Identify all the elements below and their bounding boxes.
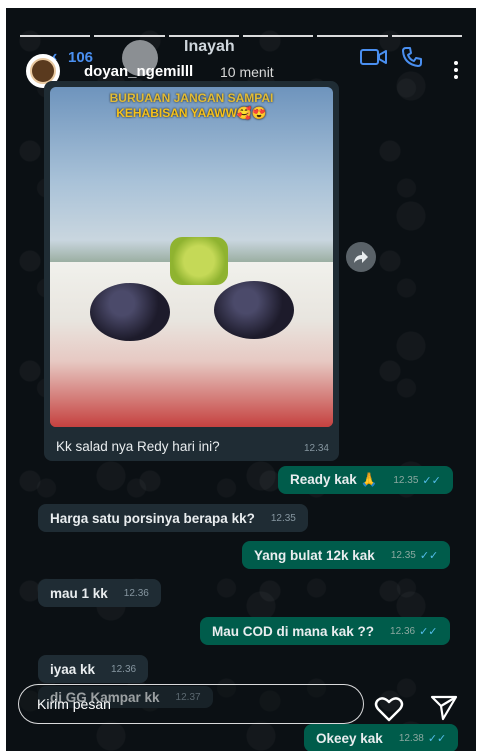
photo-message[interactable]: BURUAAN JANGAN SAMPAI KEHABISAN YAAWW🥰😍 … [44,81,339,461]
story-username[interactable]: doyan_ngemilll [84,63,193,80]
photo-message-text: Kk salad nya Redy hari ini? [56,439,220,454]
story-progress-bar [20,35,462,37]
message-time: 12.35 [390,549,416,561]
story-time: 10 menit [220,64,274,80]
read-ticks-icon: ✓✓ [419,625,438,638]
message-time: 12.35 [270,512,296,524]
read-ticks-icon: ✓✓ [422,474,441,487]
kiwi-slice [170,237,228,285]
photo-caption: BURUAAN JANGAN SAMPAI KEHABISAN YAAWW🥰😍 [50,91,333,121]
forward-button[interactable] [346,242,376,272]
more-vertical-icon[interactable] [452,60,460,85]
message-text: Okeey kak [316,730,383,746]
message-time: 12.36 [123,587,149,599]
message-time: 12.38 [398,732,424,744]
message-bubble[interactable]: Harga satu porsinya berapa kk? 12.35 [38,504,308,532]
message-text: Harga satu porsinya berapa kk? [50,510,255,526]
message-bubble[interactable]: Okeey kak 12.38 ✓✓ [304,724,459,751]
salad-photo[interactable]: BURUAAN JANGAN SAMPAI KEHABISAN YAAWW🥰😍 [50,87,333,427]
message-text: Yang bulat 12k kak [254,547,375,563]
message-text: Ready kak 🙏 [290,472,378,487]
grape-right [214,281,294,339]
read-ticks-icon: ✓✓ [419,549,439,562]
read-ticks-icon: ✓✓ [427,732,447,745]
message-bubble[interactable]: Ready kak 🙏 12.35 ✓✓ [278,466,453,494]
message-time: 12.35 [393,474,419,486]
salad-cup [50,262,333,427]
forward-icon [354,251,368,263]
photo-message-time: 12.34 [303,443,329,454]
photo-caption-line1: BURUAAN JANGAN SAMPAI [109,91,274,105]
message-time: 12.36 [390,625,416,637]
photo-caption-line2: KEHABISAN YAAWW🥰😍 [116,106,267,120]
send-icon[interactable] [430,695,458,726]
message-bubble[interactable]: Yang bulat 12k kak 12.35 ✓✓ [242,541,451,569]
message-bubble[interactable]: mau 1 kk 12.36 [38,579,161,607]
heart-icon[interactable] [374,696,404,727]
message-text: Mau COD di mana kak ?? [212,623,375,639]
reply-input[interactable]: Kirim pesan [18,684,364,724]
message-text: mau 1 kk [50,585,108,601]
message-text: iyaa kk [50,661,96,677]
message-time: 12.36 [111,663,137,675]
message-bubble[interactable]: iyaa kk 12.36 [38,655,149,683]
message-bubble[interactable]: Mau COD di mana kak ?? 12.36 ✓✓ [200,617,450,645]
grape-left [90,283,170,341]
reply-placeholder: Kirim pesan [37,696,111,712]
story-viewer: ‹ 106 Inayah doyan_ngemilll 10 menit BUR… [6,8,476,751]
